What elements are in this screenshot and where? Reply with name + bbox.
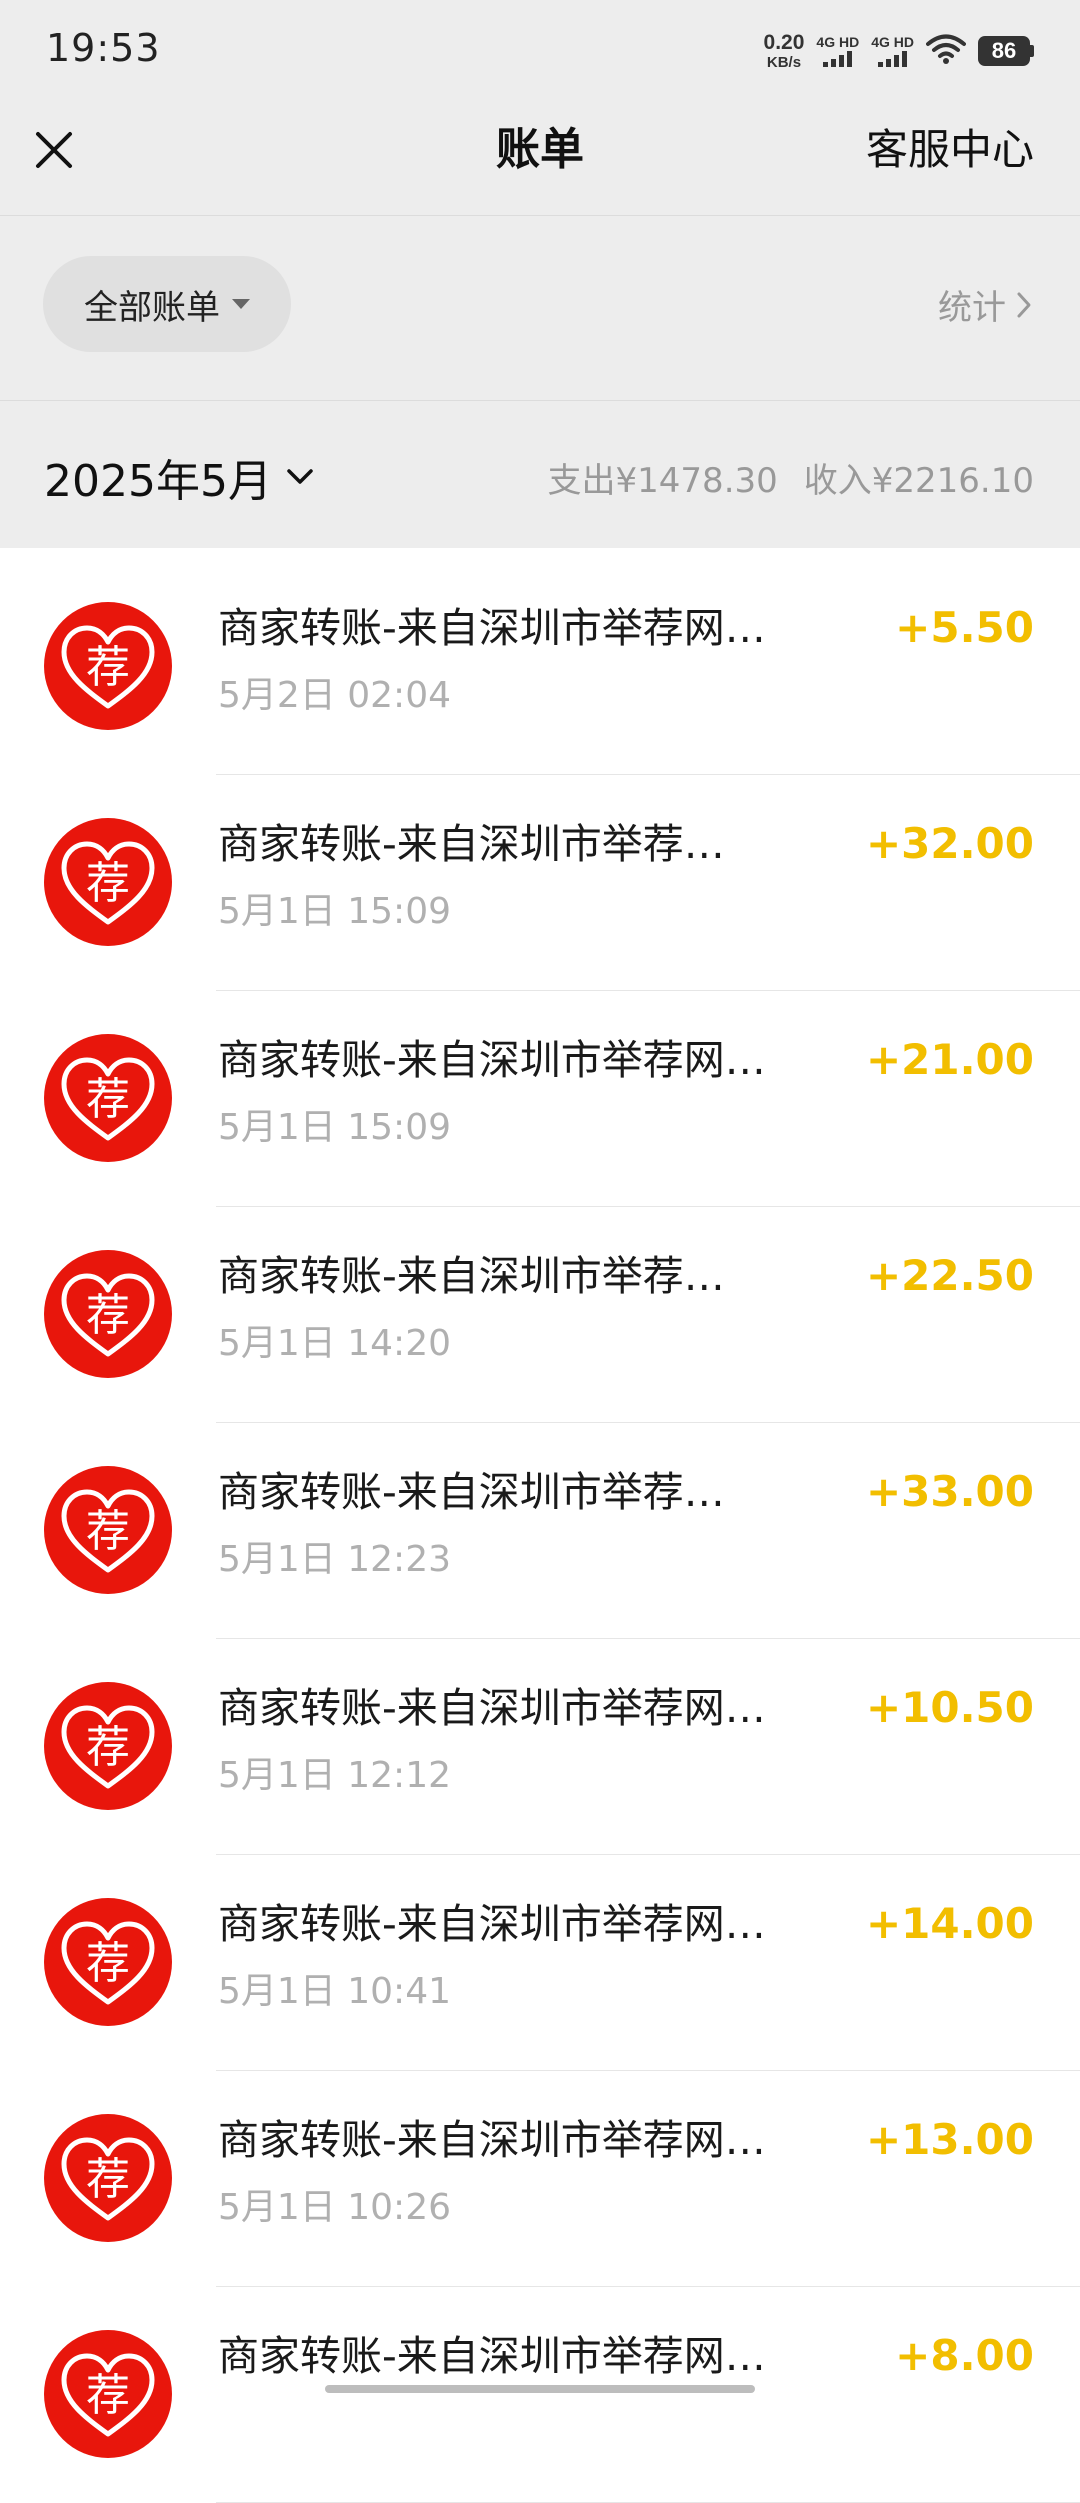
status-icons: 0.20 KB/s 4G HD 4G HD 86: [764, 28, 1034, 74]
svg-text:荐: 荐: [86, 1722, 130, 1773]
nav-bar: 账单 客服中心: [0, 100, 1080, 216]
transaction-time: 5月1日 14:20: [218, 1323, 451, 1364]
transaction-title: 商家转账-来自深圳市举荐网…: [218, 604, 766, 652]
month-summary: 支出¥1478.30 收入¥2216.10: [548, 453, 1034, 502]
network-speed: 0.20 KB/s: [764, 32, 805, 70]
svg-text:荐: 荐: [86, 2370, 130, 2421]
sim1-signal-icon: 4G HD: [816, 35, 859, 67]
sim1-label: 4G HD: [816, 34, 860, 50]
heart-logo-icon: 荐: [44, 1898, 172, 2026]
transaction-amount: +21.00: [865, 1035, 1034, 1084]
heart-logo-icon: 荐: [44, 2114, 172, 2242]
transaction-title: 商家转账-来自深圳市举荐…: [218, 1468, 725, 1516]
heart-logo-icon: 荐: [44, 1682, 172, 1810]
transaction-time: 5月1日 12:23: [218, 1539, 451, 1580]
network-speed-value: 0.20: [763, 31, 805, 54]
transaction-title: 商家转账-来自深圳市举荐…: [218, 1252, 725, 1300]
transaction-time: 5月1日 15:09: [218, 891, 451, 932]
statistics-link[interactable]: 统计: [938, 280, 1032, 329]
month-selector[interactable]: 2025年5月: [44, 445, 314, 509]
statistics-label: 统计: [938, 288, 1006, 328]
heart-logo-icon: 荐: [44, 818, 172, 946]
status-time: 19:53: [46, 26, 161, 70]
transaction-amount: +14.00: [865, 1899, 1034, 1948]
transaction-amount: +32.00: [865, 819, 1034, 868]
chevron-down-icon: [287, 469, 313, 484]
transaction-amount: +8.00: [895, 2331, 1034, 2380]
transaction-row[interactable]: 荐 商家转账-来自深圳市举荐网… 5月1日 15:09 +21.00: [0, 991, 1080, 1207]
filter-row: 全部账单 统计: [0, 216, 1080, 400]
svg-text:荐: 荐: [86, 1506, 130, 1557]
sim2-label: 4G HD: [871, 34, 914, 50]
transaction-title: 商家转账-来自深圳市举荐网…: [218, 1684, 766, 1732]
heart-logo-icon: 荐: [44, 1466, 172, 1594]
transaction-row[interactable]: 荐 商家转账-来自深圳市举荐网… 5月2日 02:04 +5.50: [0, 559, 1080, 775]
svg-text:荐: 荐: [86, 858, 130, 909]
transaction-title: 商家转账-来自深圳市举荐网…: [218, 2116, 766, 2164]
chevron-right-icon: [1017, 292, 1031, 317]
transaction-time: 5月2日 02:04: [218, 675, 451, 716]
transaction-amount: +10.50: [865, 1683, 1034, 1732]
bill-type-filter-label: 全部账单: [84, 287, 220, 328]
transaction-row[interactable]: 荐 商家转账-来自深圳市举荐网… 5月1日 12:12 +10.50: [0, 1639, 1080, 1855]
svg-text:荐: 荐: [86, 2154, 130, 2205]
svg-text:荐: 荐: [86, 642, 130, 693]
transaction-row[interactable]: 荐 商家转账-来自深圳市举荐… 5月1日 12:23 +33.00: [0, 1423, 1080, 1639]
month-label: 2025年5月: [44, 456, 272, 507]
battery-icon: 86: [978, 36, 1034, 66]
transaction-title: 商家转账-来自深圳市举荐网…: [218, 1036, 766, 1084]
transaction-time: 5月1日 12:12: [218, 1755, 451, 1796]
heart-logo-icon: 荐: [44, 1034, 172, 1162]
transaction-time: 5月1日 10:26: [218, 2187, 451, 2228]
customer-service-link[interactable]: 客服中心: [866, 122, 1034, 178]
transaction-amount: +22.50: [865, 1251, 1034, 1300]
expense-total: 支出¥1478.30: [547, 461, 778, 501]
transaction-title: 商家转账-来自深圳市举荐网…: [218, 2332, 766, 2380]
svg-text:荐: 荐: [86, 1074, 130, 1125]
svg-text:荐: 荐: [86, 1290, 130, 1341]
income-total: 收入¥2216.10: [803, 461, 1034, 501]
transaction-amount: +5.50: [895, 603, 1034, 652]
transaction-row[interactable]: 荐 商家转账-来自深圳市举荐网… 5月1日 10:26 +13.00: [0, 2071, 1080, 2287]
sim2-signal-icon: 4G HD: [871, 35, 914, 67]
heart-logo-icon: 荐: [44, 602, 172, 730]
bill-type-filter[interactable]: 全部账单: [43, 256, 291, 352]
heart-logo-icon: 荐: [44, 2330, 172, 2458]
network-speed-unit: KB/s: [766, 54, 802, 71]
transaction-row[interactable]: 荐 商家转账-来自深圳市举荐网… 5月1日 10:41 +14.00: [0, 1855, 1080, 2071]
wifi-icon: [926, 33, 966, 69]
month-row: 2025年5月 支出¥1478.30 收入¥2216.10: [0, 401, 1080, 548]
transaction-title: 商家转账-来自深圳市举荐网…: [218, 1900, 766, 1948]
transaction-list: 荐 商家转账-来自深圳市举荐网… 5月2日 02:04 +5.50 荐 商家转账…: [0, 559, 1080, 2503]
transaction-row[interactable]: 荐 商家转账-来自深圳市举荐… 5月1日 15:09 +32.00: [0, 775, 1080, 991]
transaction-amount: +13.00: [865, 2115, 1034, 2164]
transaction-time: 5月1日 15:09: [218, 1107, 451, 1148]
home-indicator[interactable]: [325, 2385, 755, 2393]
svg-text:荐: 荐: [86, 1938, 130, 1989]
heart-logo-icon: 荐: [44, 1250, 172, 1378]
transaction-row[interactable]: 荐 商家转账-来自深圳市举荐网… +8.00: [0, 2287, 1080, 2503]
transaction-row[interactable]: 荐 商家转账-来自深圳市举荐… 5月1日 14:20 +22.50: [0, 1207, 1080, 1423]
transaction-time: 5月1日 10:41: [218, 1971, 451, 2012]
status-bar: 19:53 0.20 KB/s 4G HD 4G HD 86: [0, 0, 1080, 100]
caret-down-icon: [232, 299, 250, 309]
battery-level: 86: [978, 36, 1030, 66]
transaction-amount: +33.00: [865, 1467, 1034, 1516]
transaction-title: 商家转账-来自深圳市举荐…: [218, 820, 725, 868]
